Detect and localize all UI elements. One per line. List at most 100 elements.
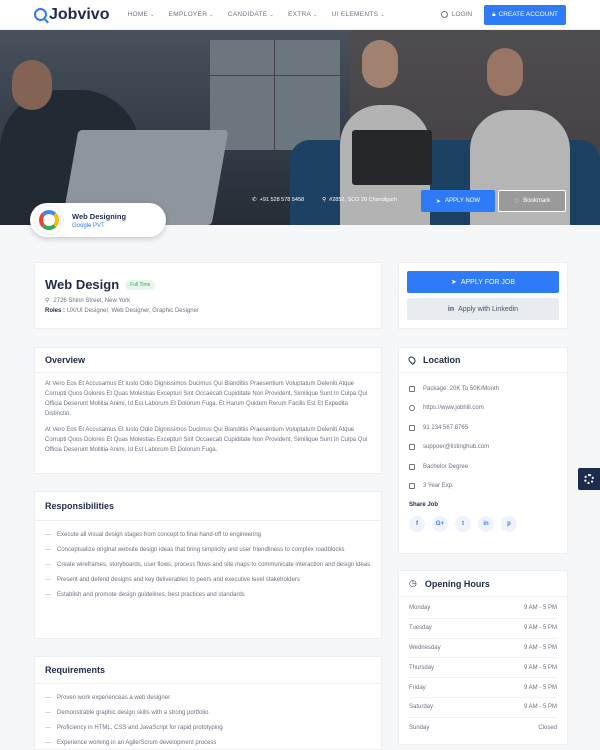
apply-card: ➤ APPLY FOR JOB in Apply with Linkedin: [398, 262, 568, 329]
overview-card: Overview At Vero Eos Et Accusamus Et Ius…: [34, 347, 382, 474]
hours-time: Closed: [538, 724, 557, 731]
nav-label: EMPLOYER: [168, 11, 208, 18]
list-item-text: Proficiency in HTML, CSS and JavaScript …: [57, 725, 223, 731]
hours-day: Tuesday: [409, 625, 432, 632]
hours-time: 9 AM - 5 PM: [523, 664, 557, 671]
location-degree: Bachelor Degree: [423, 463, 469, 470]
hours-day: Friday: [409, 684, 426, 691]
hours-time: 9 AM - 5 PM: [523, 625, 557, 632]
twitter-share-button[interactable]: t: [455, 516, 471, 532]
hours-time: 9 AM - 5 PM: [523, 605, 557, 612]
list-item-text: Proven work experienceas a web designer: [57, 695, 171, 701]
list-item-text: Create wireframes, storyboards, user flo…: [57, 562, 371, 568]
list-item: — Present and defend designs and key deli…: [45, 576, 371, 585]
job-address-text: 2726 Shinn Street, New York: [53, 297, 131, 304]
header-actions: LOGIN 🔒︎ CREATE ACCOUNT: [440, 4, 566, 25]
location-row[interactable]: suppoer@listinghub.com: [409, 438, 557, 458]
bookmark-button[interactable]: ♡ Bookmark: [498, 190, 566, 212]
apply-now-button[interactable]: ➤ APPLY NOW: [421, 190, 495, 212]
linkedin-share-button[interactable]: in: [478, 516, 494, 532]
company-card[interactable]: Web Designing Google PVT: [30, 203, 166, 237]
location-row: 3 Year Exp.: [409, 477, 557, 497]
logo-search-icon: [34, 8, 47, 21]
mail-icon: [409, 444, 415, 451]
pinterest-share-button[interactable]: p: [501, 516, 517, 532]
location-card: Location Package: 20K To 50K/Month https…: [398, 347, 568, 554]
nav-employer[interactable]: EMPLOYER ⌄: [169, 11, 214, 18]
requirements-title: Requirements: [45, 665, 106, 675]
company-name: Web Designing: [72, 211, 127, 221]
hours-time: 9 AM - 5 PM: [523, 644, 557, 651]
login-link[interactable]: LOGIN: [440, 11, 473, 18]
login-label: LOGIN: [451, 11, 473, 18]
apply-linkedin-button[interactable]: in Apply with Linkedin: [407, 298, 559, 320]
list-item: — Create wireframes, storyboards, user fl…: [45, 561, 371, 570]
hours-list: Monday 9 AM - 5 PM Tuesday 9 AM - 5 PM Wed…: [399, 597, 567, 740]
hours-row: Monday 9 AM - 5 PM: [409, 599, 557, 619]
nav-candidate[interactable]: CANDIDATE ⌄: [228, 11, 274, 18]
dash-icon: —: [45, 547, 51, 553]
requirements-list: — Proven work experienceas a web designer…: [35, 684, 381, 750]
hours-day: Monday: [409, 605, 431, 612]
hero-phone: ✆ +91 528 578 5458: [252, 197, 304, 203]
location-website[interactable]: https://www.jobhill.com: [423, 405, 484, 411]
gear-icon: [584, 474, 594, 484]
hours-row: Wednesday 9 AM - 5 PM: [409, 639, 557, 659]
responsibilities-title: Responsibilities: [45, 501, 115, 511]
dash-icon: —: [45, 532, 51, 538]
list-item: — Establish and promote design guidelines…: [45, 591, 371, 600]
bookmark-label: Bookmark: [523, 198, 551, 204]
twitter-icon: t: [462, 521, 464, 527]
facebook-icon: f: [416, 521, 418, 527]
hours-time: 9 AM - 5 PM: [523, 684, 557, 691]
location-phone: 91 234 567 8765: [423, 424, 469, 431]
location-row[interactable]: https://www.jobhill.com: [409, 399, 557, 419]
requirements-card: Requirements — Proven work experienceas a…: [34, 656, 382, 750]
send-icon: ➤: [435, 198, 441, 205]
hours-time: 9 AM - 5 PM: [523, 704, 557, 711]
apply-for-job-button[interactable]: ➤ APPLY FOR JOB: [407, 271, 559, 293]
user-icon: [440, 11, 448, 18]
settings-toggle-button[interactable]: [578, 468, 600, 490]
list-item-text: Demonstrable graphic design skills with …: [57, 710, 209, 716]
location-package: Package: 20K To 50K/Month: [423, 385, 499, 392]
roles-text: UX/UI Designer, Web Designer, Graphic De…: [66, 308, 199, 314]
logo-text: Jobvivo: [49, 5, 110, 23]
map-pin-icon: [407, 355, 417, 365]
divider: [35, 372, 381, 373]
location-email[interactable]: suppoer@listinghub.com: [423, 444, 489, 450]
hours-day: Wednesday: [409, 644, 441, 651]
google-plus-share-button[interactable]: G+: [432, 516, 448, 532]
location-row: Bachelor Degree: [409, 457, 557, 477]
list-item: — Proficiency in HTML, CSS and JavaScript…: [45, 724, 371, 733]
logo[interactable]: Jobvivo: [34, 6, 109, 24]
map-pin-icon: ⚲: [322, 197, 327, 203]
nav-extra[interactable]: EXTRA ⌄: [288, 11, 318, 18]
phone-icon: ✆: [252, 197, 257, 203]
dash-icon: —: [45, 592, 51, 598]
hours-day: Saturday: [409, 704, 434, 711]
hours-row: Sunday Closed: [409, 718, 557, 738]
create-account-button[interactable]: 🔒︎ CREATE ACCOUNT: [484, 4, 566, 25]
google-logo: [34, 205, 64, 235]
list-item: — Demonstrable graphic design skills with…: [45, 709, 371, 718]
overview-paragraph: At Vero Eos Et Accusamus Et Iusto Odio D…: [45, 381, 368, 417]
graduation-icon: [409, 463, 415, 470]
chevron-down-icon: ⌄: [150, 11, 155, 18]
hero-address: ⚲ #2852, SCO 20 Chandigarh: [322, 197, 397, 203]
chevron-down-icon: ⌄: [269, 11, 274, 18]
nav-ui-elements[interactable]: UI ELEMENTS ⌄: [332, 11, 385, 18]
location-row: 91 234 567 8765: [409, 418, 557, 438]
facebook-share-button[interactable]: f: [409, 516, 425, 532]
nav-home[interactable]: HOME ⌄: [127, 11, 154, 18]
nav-label: UI ELEMENTS: [331, 11, 379, 18]
location-title: Location: [423, 355, 461, 365]
responsibilities-list: — Execute all visual design stages from c…: [35, 521, 381, 616]
nav-label: CANDIDATE: [227, 11, 268, 18]
create-account-label: CREATE ACCOUNT: [498, 11, 558, 18]
apply-for-job-label: APPLY FOR JOB: [460, 278, 516, 286]
share-buttons: f G+ t in p: [399, 508, 567, 540]
lock-icon: 🔒︎: [492, 10, 496, 18]
hero-contact-info: ✆ +91 528 578 5458 ⚲ #2852, SCO 20 Chandig…: [252, 197, 397, 203]
dash-icon: —: [45, 710, 51, 716]
